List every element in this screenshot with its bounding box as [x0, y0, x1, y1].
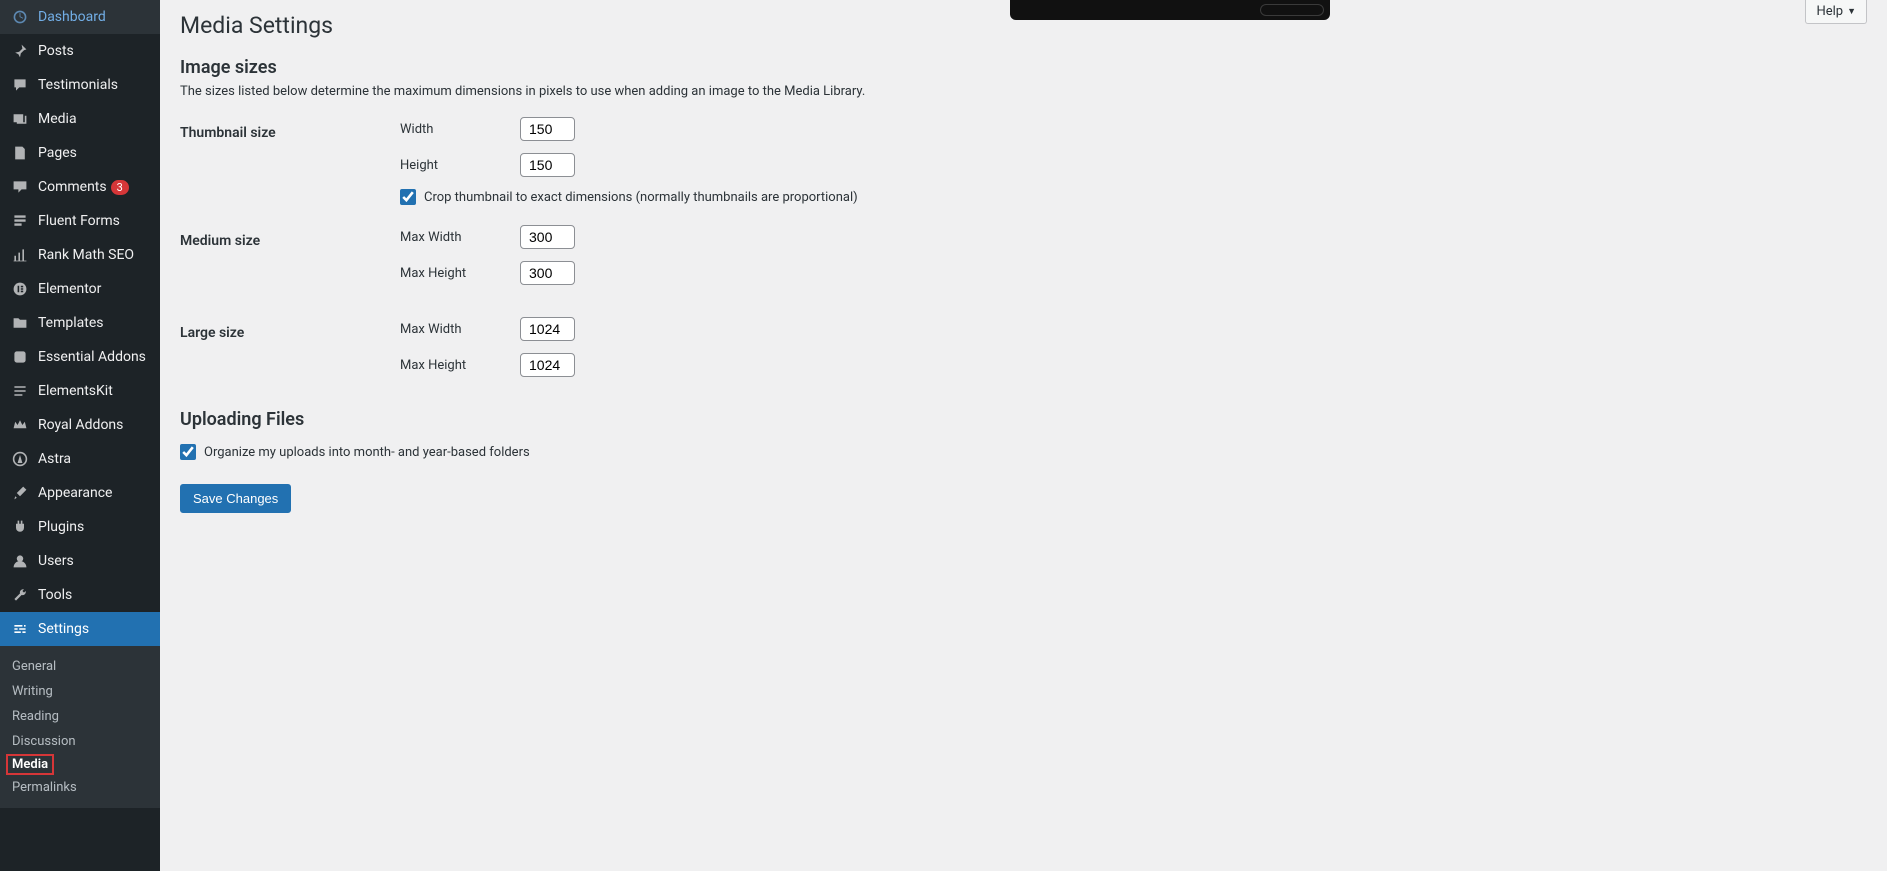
menu-label: Comments: [38, 179, 107, 195]
sidebar-item-elementskit[interactable]: ElementsKit: [0, 374, 160, 408]
sidebar-item-rankmath[interactable]: Rank Math SEO: [0, 238, 160, 272]
menu-label: Essential Addons: [38, 349, 146, 365]
organize-checkbox[interactable]: [180, 444, 196, 460]
dashboard-icon: [10, 7, 30, 27]
menu-label: Media: [38, 111, 77, 127]
sidebar-item-essential-addons[interactable]: Essential Addons: [0, 340, 160, 374]
menu-label: Fluent Forms: [38, 213, 120, 229]
sidebar-item-posts[interactable]: Posts: [0, 34, 160, 68]
sidebar-item-dashboard[interactable]: Dashboard: [0, 0, 160, 34]
submenu-permalinks[interactable]: Permalinks: [0, 775, 160, 800]
help-label: Help: [1816, 4, 1843, 19]
main-content: Help▼ Media Settings Image sizes The siz…: [160, 0, 1887, 871]
settings-submenu: General Writing Reading Discussion Media…: [0, 646, 160, 808]
submenu-reading[interactable]: Reading: [0, 704, 160, 729]
admin-sidebar: Dashboard Posts Testimonials Media Pages…: [0, 0, 160, 871]
notification-bubble: [1260, 4, 1324, 16]
form-icon: [10, 211, 30, 231]
submenu-writing[interactable]: Writing: [0, 679, 160, 704]
organize-label: Organize my uploads into month- and year…: [204, 445, 530, 460]
large-maxheight-input[interactable]: [520, 353, 575, 377]
comments-icon: [10, 177, 30, 197]
elementor-icon: [10, 279, 30, 299]
thumbnail-label: Thumbnail size: [180, 117, 400, 141]
menu-label: Testimonials: [38, 77, 118, 93]
crop-label: Crop thumbnail to exact dimensions (norm…: [424, 190, 858, 205]
submenu-discussion[interactable]: Discussion: [0, 729, 160, 754]
large-label: Large size: [180, 317, 400, 341]
menu-label: Dashboard: [38, 9, 106, 25]
sidebar-item-tools[interactable]: Tools: [0, 578, 160, 612]
settings-icon: [10, 619, 30, 639]
chevron-down-icon: ▼: [1847, 6, 1856, 17]
submenu-general[interactable]: General: [0, 654, 160, 679]
sidebar-item-pages[interactable]: Pages: [0, 136, 160, 170]
large-maxwidth-label: Max Width: [400, 322, 520, 337]
menu-label: Templates: [38, 315, 104, 331]
menu-label: Rank Math SEO: [38, 247, 134, 263]
width-label: Width: [400, 122, 520, 137]
menu-label: Appearance: [38, 485, 112, 501]
menu-label: Users: [38, 553, 74, 569]
sidebar-item-elementor[interactable]: Elementor: [0, 272, 160, 306]
maxwidth-label: Max Width: [400, 230, 520, 245]
help-tab[interactable]: Help ▼: [1805, 0, 1867, 24]
menu-label: Royal Addons: [38, 417, 123, 433]
thumbnail-width-input[interactable]: [520, 117, 575, 141]
kit-icon: [10, 381, 30, 401]
sidebar-item-testimonials[interactable]: Testimonials: [0, 68, 160, 102]
large-maxwidth-input[interactable]: [520, 317, 575, 341]
menu-label: Elementor: [38, 281, 101, 297]
row-medium: Medium size Max Width Max Height: [180, 225, 1867, 297]
medium-label: Medium size: [180, 225, 400, 249]
row-thumbnail: Thumbnail size Width Height Crop thumbna…: [180, 117, 1867, 205]
menu-label: Settings: [38, 621, 89, 637]
sidebar-item-media[interactable]: Media: [0, 102, 160, 136]
wrench-icon: [10, 585, 30, 605]
menu-label: Tools: [38, 587, 72, 603]
sidebar-item-settings[interactable]: Settings: [0, 612, 160, 646]
menu-label: Astra: [38, 451, 71, 467]
sidebar-item-astra[interactable]: Astra: [0, 442, 160, 476]
medium-maxheight-input[interactable]: [520, 261, 575, 285]
folder-icon: [10, 313, 30, 333]
pin-icon: [10, 41, 30, 61]
crop-checkbox[interactable]: [400, 189, 416, 205]
user-icon: [10, 551, 30, 571]
brush-icon: [10, 483, 30, 503]
image-sizes-description: The sizes listed below determine the max…: [180, 84, 1867, 99]
submenu-media[interactable]: Media: [6, 754, 54, 775]
medium-maxwidth-input[interactable]: [520, 225, 575, 249]
testimonial-icon: [10, 75, 30, 95]
chart-icon: [10, 245, 30, 265]
sidebar-item-fluentforms[interactable]: Fluent Forms: [0, 204, 160, 238]
sidebar-item-templates[interactable]: Templates: [0, 306, 160, 340]
sidebar-item-comments[interactable]: Comments 3: [0, 170, 160, 204]
sidebar-item-royal-addons[interactable]: Royal Addons: [0, 408, 160, 442]
menu-label: Plugins: [38, 519, 84, 535]
sidebar-item-users[interactable]: Users: [0, 544, 160, 578]
sidebar-item-appearance[interactable]: Appearance: [0, 476, 160, 510]
addon-icon: [10, 347, 30, 367]
menu-label: Posts: [38, 43, 74, 59]
menu-label: ElementsKit: [38, 383, 113, 399]
section-image-sizes: Image sizes: [180, 57, 1867, 78]
row-large: Large size Max Width Max Height: [180, 317, 1867, 389]
crown-icon: [10, 415, 30, 435]
section-uploading: Uploading Files: [180, 409, 1867, 430]
comments-badge: 3: [111, 180, 129, 195]
thumbnail-height-input[interactable]: [520, 153, 575, 177]
save-button[interactable]: Save Changes: [180, 484, 291, 513]
plugin-icon: [10, 517, 30, 537]
menu-label: Pages: [38, 145, 77, 161]
astra-icon: [10, 449, 30, 469]
media-icon: [10, 109, 30, 129]
pages-icon: [10, 143, 30, 163]
large-maxheight-label: Max Height: [400, 358, 520, 373]
notification-bar: [1010, 0, 1330, 20]
maxheight-label: Max Height: [400, 266, 520, 281]
height-label: Height: [400, 158, 520, 173]
sidebar-item-plugins[interactable]: Plugins: [0, 510, 160, 544]
